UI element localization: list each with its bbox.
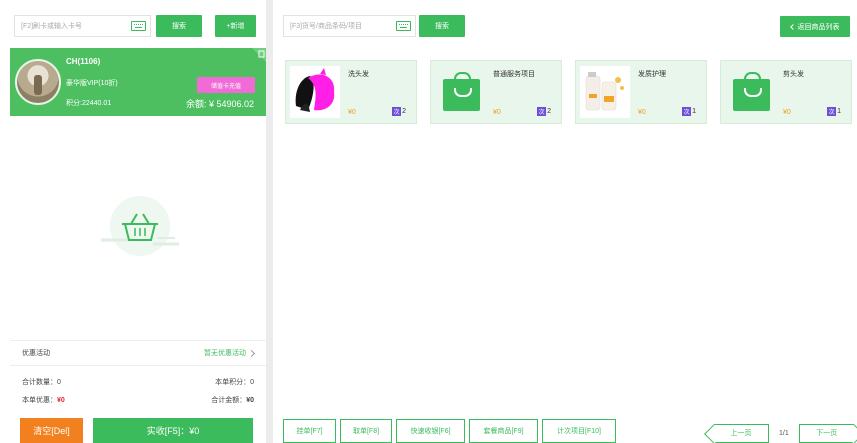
goods-count: 次 1 — [827, 107, 841, 116]
goods-count: 次 2 — [392, 107, 406, 116]
goods-grid: 洗头发 ¥0 次 2 普通服务项目 ¥0 次 2 发质护理 ¥0 次 1 剪头发… — [285, 60, 852, 124]
chevron-right-icon — [247, 349, 256, 357]
goods-price: ¥0 — [783, 109, 791, 116]
member-search-button[interactable]: 搜索 — [156, 15, 202, 37]
package-goods-button[interactable]: 套餐商品[F9] — [469, 419, 538, 443]
goods-card[interactable]: 发质护理 ¥0 次 1 — [575, 60, 707, 124]
goods-count: 次 2 — [537, 107, 551, 116]
page-indicator: 1/1 — [779, 429, 789, 437]
recharge-button[interactable]: 储值卡充值 — [197, 77, 255, 93]
goods-search-row: [F3]货号/商品条码/项目 搜索 — [283, 15, 465, 37]
total-count: 合计数量：0 — [22, 379, 61, 386]
goods-name: 普通服务项目 — [493, 71, 535, 78]
member-name: CH(1106) — [66, 57, 101, 66]
goods-name: 剪头发 — [783, 71, 804, 78]
close-member-icon[interactable] — [252, 48, 266, 62]
goods-count-value: 1 — [837, 108, 841, 115]
goods-card[interactable]: 普通服务项目 ¥0 次 2 — [430, 60, 562, 124]
next-page-button[interactable]: 下一页 — [798, 423, 854, 443]
order-amount: 合计金额：¥0 — [211, 395, 254, 405]
shopping-bag-icon — [733, 72, 770, 111]
times-badge: 次 — [827, 107, 837, 116]
hold-order-button[interactable]: 挂单[F7] — [283, 419, 336, 443]
member-balance: 余额: ¥ 54906.02 — [185, 99, 254, 109]
chevron-left-icon — [789, 23, 796, 30]
member-search-placeholder: [F2]刷卡或输入卡号 — [21, 23, 83, 30]
member-points: 积分:22440.01 — [66, 100, 112, 107]
order-totals: 合计数量：0 本单积分：0 本单优惠：¥0 合计金额：¥0 — [22, 373, 254, 409]
prev-page-label: 上一页 — [730, 430, 752, 437]
keyboard-icon[interactable] — [131, 21, 146, 31]
prev-page-button[interactable]: 上一页 — [714, 423, 769, 443]
pay-button[interactable]: 实收[F5]：¥0 — [93, 418, 253, 443]
promotion-value: 暂无优惠活动 — [204, 350, 246, 357]
member-search-input[interactable]: [F2]刷卡或输入卡号 — [14, 15, 151, 37]
order-panel: [F2]刷卡或输入卡号 搜索 +新增 CH(1106) 豪华版VIP(10折) … — [0, 0, 266, 443]
amount-value: ¥0 — [246, 397, 254, 404]
panel-divider — [266, 0, 273, 443]
shopping-bag-icon — [443, 72, 480, 111]
count-items-button[interactable]: 计次项目[F10] — [542, 419, 616, 443]
goods-count-value: 2 — [402, 108, 406, 115]
clear-button[interactable]: 清空[Del] — [20, 418, 83, 443]
cashier-screen: [F2]刷卡或输入卡号 搜索 +新增 CH(1106) 豪华版VIP(10折) … — [0, 0, 857, 443]
goods-name: 洗头发 — [348, 71, 369, 78]
goods-search-input[interactable]: [F3]货号/商品条码/项目 — [283, 15, 416, 37]
times-badge: 次 — [682, 107, 692, 116]
goods-card[interactable]: 洗头发 ¥0 次 2 — [285, 60, 417, 124]
goods-count-value: 2 — [547, 108, 551, 115]
next-page-label: 下一页 — [816, 430, 838, 437]
goods-count: 次 1 — [682, 107, 696, 116]
quick-checkout-button[interactable]: 快速收银[F6] — [396, 419, 465, 443]
goods-card[interactable]: 剪头发 ¥0 次 1 — [720, 60, 852, 124]
goods-search-placeholder: [F3]货号/商品条码/项目 — [290, 23, 362, 30]
back-to-goods-list-label: 返回商品列表 — [797, 23, 840, 31]
promotion-label: 优惠活动 — [22, 350, 50, 357]
member-avatar — [15, 59, 61, 105]
promotion-row[interactable]: 优惠活动 暂无优惠活动 — [10, 340, 266, 366]
back-to-goods-list-button[interactable]: 返回商品列表 — [780, 16, 850, 37]
pagination: 上一页 1/1 下一页 — [706, 423, 857, 443]
product-photo — [290, 66, 340, 118]
order-discount: 本单优惠：¥0 — [22, 395, 65, 405]
discount-label: 本单优惠： — [22, 397, 57, 404]
goods-price: ¥0 — [348, 109, 356, 116]
member-search-row: [F2]刷卡或输入卡号 搜索 +新增 — [14, 15, 256, 37]
goods-count-value: 1 — [692, 108, 696, 115]
keyboard-icon[interactable] — [396, 21, 411, 31]
empty-cart-icon — [101, 196, 179, 256]
member-card[interactable]: CH(1106) 豪华版VIP(10折) 储值卡充值 积分:22440.01 余… — [10, 48, 266, 116]
goods-name: 发质护理 — [638, 71, 666, 78]
product-photo — [580, 66, 630, 118]
times-badge: 次 — [392, 107, 402, 116]
discount-value: ¥0 — [57, 397, 65, 404]
order-points: 本单积分：0 — [215, 379, 254, 386]
retrieve-order-button[interactable]: 取单[F8] — [340, 419, 392, 443]
times-badge: 次 — [537, 107, 547, 116]
member-level: 豪华版VIP(10折) — [66, 80, 118, 87]
amount-label: 合计金额： — [211, 397, 247, 404]
bottom-toolbar: 挂单[F7] 取单[F8] 快速收银[F6] 套餐商品[F9] 计次项目[F10… — [283, 419, 616, 443]
goods-search-button[interactable]: 搜索 — [419, 15, 465, 37]
add-member-button[interactable]: +新增 — [215, 15, 256, 37]
goods-price: ¥0 — [493, 109, 501, 116]
product-placeholder — [435, 66, 485, 118]
product-placeholder — [725, 66, 775, 118]
goods-price: ¥0 — [638, 109, 646, 116]
